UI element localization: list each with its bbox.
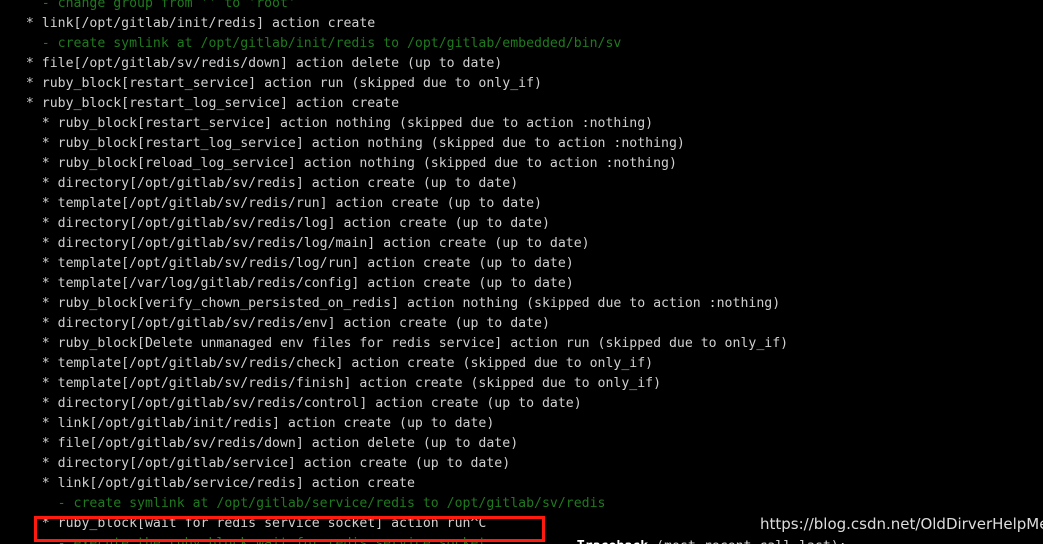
- terminal-line-text: * link[/opt/gitlab/init/redis] action cr…: [10, 416, 495, 431]
- terminal-line: * directory[/opt/gitlab/service] action …: [0, 454, 1043, 474]
- terminal-line: * link[/opt/gitlab/init/redis] action cr…: [0, 14, 1043, 34]
- terminal-line-text: * directory[/opt/gitlab/service] action …: [10, 456, 511, 471]
- terminal-line: * file[/opt/gitlab/sv/redis/down] action…: [0, 54, 1043, 74]
- terminal-line-text: * ruby_block[verify_chown_persisted_on_r…: [10, 296, 781, 311]
- terminal-line: * directory[/opt/gitlab/sv/redis/log/mai…: [0, 234, 1043, 254]
- terminal-line-text: * ruby_block[wait for redis service sock…: [10, 516, 487, 531]
- terminal-line: * file[/opt/gitlab/sv/redis/down] action…: [0, 434, 1043, 454]
- terminal-line-text: - change group from '' to 'root': [10, 0, 296, 11]
- terminal-line-text: * file[/opt/gitlab/sv/redis/down] action…: [10, 436, 519, 451]
- terminal-line-text: * template[/opt/gitlab/sv/redis/check] a…: [10, 356, 654, 371]
- terminal-line: * ruby_block[restart_service] action not…: [0, 114, 1043, 134]
- terminal-line: - execute the ruby block wait for redis …: [0, 534, 1043, 544]
- terminal-line: * ruby_block[reload_log_service] action …: [0, 154, 1043, 174]
- terminal-line-text: * directory[/opt/gitlab/sv/redis] action…: [10, 176, 519, 191]
- terminal-line: * ruby_block[restart_log_service] action…: [0, 94, 1043, 114]
- terminal-window[interactable]: - change group from '' to 'root' * link[…: [0, 0, 1043, 544]
- terminal-line-text: * link[/opt/gitlab/service/redis] action…: [10, 476, 415, 491]
- terminal-line: * template[/opt/gitlab/sv/redis/log/run]…: [0, 254, 1043, 274]
- terminal-line-text: - create symlink at /opt/gitlab/init/red…: [10, 36, 622, 51]
- watermark-text: https://blog.csdn.net/OldDirverHelpMe: [760, 515, 1043, 533]
- terminal-line: * link[/opt/gitlab/init/redis] action cr…: [0, 414, 1043, 434]
- terminal-line: * link[/opt/gitlab/service/redis] action…: [0, 474, 1043, 494]
- terminal-line: * ruby_block[restart_log_service] action…: [0, 134, 1043, 154]
- terminal-line-text: * directory[/opt/gitlab/sv/redis/env] ac…: [10, 316, 550, 331]
- terminal-line-text: - execute the ruby block wait for redis …: [10, 536, 487, 544]
- terminal-line-text: * ruby_block[Delete unmanaged env files …: [10, 336, 789, 351]
- terminal-line: * template[/opt/gitlab/sv/redis/finish] …: [0, 374, 1043, 394]
- terminal-line: - create symlink at /opt/gitlab/service/…: [0, 494, 1043, 514]
- traceback-detail: (most recent call last):: [648, 539, 847, 544]
- terminal-line: * directory[/opt/gitlab/sv/redis/control…: [0, 394, 1043, 414]
- terminal-line: - change group from '' to 'root': [0, 0, 1043, 14]
- terminal-line: * ruby_block[restart_service] action run…: [0, 74, 1043, 94]
- terminal-line: * template[/opt/gitlab/sv/redis/check] a…: [0, 354, 1043, 374]
- traceback-label: Traceback: [577, 539, 648, 544]
- terminal-line-text: * template[/opt/gitlab/sv/redis/finish] …: [10, 376, 662, 391]
- terminal-line: * template[/var/log/gitlab/redis/config]…: [0, 274, 1043, 294]
- terminal-line: * ruby_block[Delete unmanaged env files …: [0, 334, 1043, 354]
- terminal-line-text: * directory[/opt/gitlab/sv/redis/control…: [10, 396, 582, 411]
- terminal-line-text: * link[/opt/gitlab/init/redis] action cr…: [10, 16, 376, 31]
- terminal-line: * directory[/opt/gitlab/sv/redis/env] ac…: [0, 314, 1043, 334]
- terminal-output-lines: - change group from '' to 'root' * link[…: [0, 0, 1043, 544]
- terminal-line-text: * directory[/opt/gitlab/sv/redis/log] ac…: [10, 216, 550, 231]
- terminal-line-text: * ruby_block[restart_service] action run…: [10, 76, 542, 91]
- terminal-line-text: * ruby_block[restart_log_service] action…: [10, 96, 400, 111]
- terminal-line: - create symlink at /opt/gitlab/init/red…: [0, 34, 1043, 54]
- terminal-line-text: * ruby_block[restart_log_service] action…: [10, 136, 685, 151]
- terminal-line: * template[/opt/gitlab/sv/redis/run] act…: [0, 194, 1043, 214]
- terminal-line: * directory[/opt/gitlab/sv/redis/log] ac…: [0, 214, 1043, 234]
- terminal-line-text: - create symlink at /opt/gitlab/service/…: [10, 496, 606, 511]
- terminal-line-text: * template[/opt/gitlab/sv/redis/run] act…: [10, 196, 542, 211]
- terminal-line-text: * directory[/opt/gitlab/sv/redis/log/mai…: [10, 236, 590, 251]
- terminal-line-text: * ruby_block[reload_log_service] action …: [10, 156, 677, 171]
- terminal-line: * directory[/opt/gitlab/sv/redis] action…: [0, 174, 1043, 194]
- terminal-line: * ruby_block[verify_chown_persisted_on_r…: [0, 294, 1043, 314]
- terminal-line-text: * template[/var/log/gitlab/redis/config]…: [10, 276, 574, 291]
- terminal-line-text: * ruby_block[restart_service] action not…: [10, 116, 654, 131]
- terminal-line-text: * template[/opt/gitlab/sv/redis/log/run]…: [10, 256, 574, 271]
- terminal-line-text: * file[/opt/gitlab/sv/redis/down] action…: [10, 56, 503, 71]
